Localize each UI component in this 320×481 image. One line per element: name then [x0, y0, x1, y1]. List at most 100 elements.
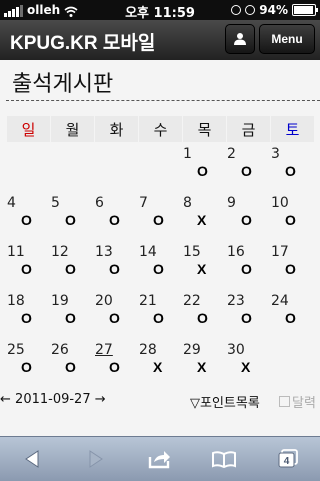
calendar-day-14[interactable]: 14 O: [138, 244, 182, 288]
attendance-mark: O: [285, 163, 296, 179]
back-button[interactable]: [12, 444, 52, 474]
weekday-mon: 월: [50, 116, 94, 142]
calendar-day-19[interactable]: 19 O: [50, 293, 94, 337]
weekday-sat: 토: [270, 116, 314, 142]
day-number: 4: [7, 195, 16, 211]
attendance-mark: O: [21, 310, 32, 326]
attendance-mark: O: [153, 310, 164, 326]
calendar-day-10[interactable]: 10 O: [270, 195, 314, 239]
attendance-mark: O: [153, 212, 164, 228]
weekday-thu: 목: [182, 116, 226, 142]
calendar-day-7[interactable]: 7O: [138, 195, 182, 239]
day-number: 9: [227, 195, 236, 211]
calendar-day-26[interactable]: 26 O: [50, 342, 94, 386]
calendar-day-6[interactable]: 6O: [94, 195, 138, 239]
day-number: 30: [227, 342, 245, 358]
day-number: 10: [271, 195, 289, 211]
attendance-mark: X: [197, 212, 207, 228]
day-number: 12: [51, 244, 69, 260]
weekday-tue: 화: [94, 116, 138, 142]
calendar-day-30[interactable]: 30 X: [226, 342, 270, 386]
calendar-day-25[interactable]: 25 O: [6, 342, 50, 386]
calendar-day-18[interactable]: 18 O: [6, 293, 50, 337]
points-list-link[interactable]: ▽포인트목록: [190, 392, 260, 411]
forward-icon: [89, 450, 103, 468]
prev-month-button[interactable]: ←: [0, 392, 11, 407]
divider: [6, 100, 320, 101]
day-number: 24: [271, 293, 289, 309]
attendance-mark: O: [65, 310, 76, 326]
share-button[interactable]: [140, 444, 180, 474]
calendar-day-20[interactable]: 20 O: [94, 293, 138, 337]
calendar-day-5[interactable]: 5O: [50, 195, 94, 239]
day-number: 1: [183, 146, 192, 162]
weekday-wed: 수: [138, 116, 182, 142]
calendar-checkbox[interactable]: [279, 396, 290, 407]
date-nav: ← 2011-09-27 →: [0, 392, 106, 407]
day-number: 11: [7, 244, 25, 260]
status-bar: olleh 오후 11:59 94%: [0, 0, 320, 21]
forward-button[interactable]: [76, 444, 116, 474]
user-icon: [234, 33, 246, 45]
attendance-mark: O: [65, 212, 76, 228]
menu-button[interactable]: Menu: [259, 24, 315, 54]
bookmarks-button[interactable]: [204, 444, 244, 474]
rotation-lock-icon: [231, 5, 242, 15]
calendar-day-12[interactable]: 12 O: [50, 244, 94, 288]
calendar-day-29[interactable]: 29 X: [182, 342, 226, 386]
calendar-day-28[interactable]: 28 X: [138, 342, 182, 386]
attendance-mark: O: [285, 212, 296, 228]
calendar-day-2[interactable]: 2O: [226, 146, 270, 190]
calendar-day-13[interactable]: 13 O: [94, 244, 138, 288]
battery-fill: [294, 6, 313, 14]
calendar-day-17[interactable]: 17 O: [270, 244, 314, 288]
attendance-mark: X: [241, 359, 251, 375]
calendar-day-24[interactable]: 24 O: [270, 293, 314, 337]
user-button[interactable]: [225, 24, 255, 54]
attendance-mark: O: [109, 310, 120, 326]
day-number: 15: [183, 244, 201, 260]
calendar-day-16[interactable]: 16 O: [226, 244, 270, 288]
day-number: 19: [51, 293, 69, 309]
next-month-button[interactable]: →: [95, 392, 106, 407]
share-icon: [148, 451, 170, 469]
calendar-day-8[interactable]: 8X: [182, 195, 226, 239]
calendar-day-1[interactable]: 1O: [182, 146, 226, 190]
browser-toolbar: 4: [0, 436, 320, 481]
tabs-button[interactable]: 4: [268, 444, 308, 474]
day-number: 18: [7, 293, 25, 309]
battery-percent: 94%: [259, 3, 288, 17]
day-number: 26: [51, 342, 69, 358]
day-number: 6: [95, 195, 104, 211]
calendar-day-21[interactable]: 21 O: [138, 293, 182, 337]
attendance-mark: O: [21, 261, 32, 277]
day-number: 13: [95, 244, 113, 260]
calendar-day-3[interactable]: 3O: [270, 146, 314, 190]
calendar-day-11[interactable]: 11 O: [6, 244, 50, 288]
attendance-mark: O: [197, 163, 208, 179]
calendar-day-4[interactable]: 4O: [6, 195, 50, 239]
attendance-mark: X: [153, 359, 163, 375]
calendar-day-9[interactable]: 9O: [226, 195, 270, 239]
calendar-day-22[interactable]: 22 O: [182, 293, 226, 337]
attendance-mark: O: [109, 261, 120, 277]
current-date: 2011-09-27: [15, 392, 91, 407]
calendar-toggle[interactable]: 달력: [279, 392, 316, 411]
calendar-day-15[interactable]: 15 X: [182, 244, 226, 288]
day-number: 14: [139, 244, 157, 260]
site-title[interactable]: KPUG.KR 모바일: [10, 28, 155, 55]
attendance-mark: O: [241, 163, 252, 179]
attendance-mark: O: [285, 310, 296, 326]
attendance-mark: O: [21, 212, 32, 228]
attendance-mark: O: [65, 359, 76, 375]
page-title: 출석게시판: [12, 72, 114, 97]
weekday-sun: 일: [6, 116, 50, 142]
day-number: 23: [227, 293, 245, 309]
weekday-header: 일 월 화 수 목 금 토: [6, 116, 314, 142]
attendance-mark: O: [241, 310, 252, 326]
calendar-day-23[interactable]: 23 O: [226, 293, 270, 337]
attendance-mark: O: [109, 212, 120, 228]
day-number: 29: [183, 342, 201, 358]
calendar-day-27[interactable]: 27 O: [94, 342, 138, 386]
attendance-mark: O: [65, 261, 76, 277]
